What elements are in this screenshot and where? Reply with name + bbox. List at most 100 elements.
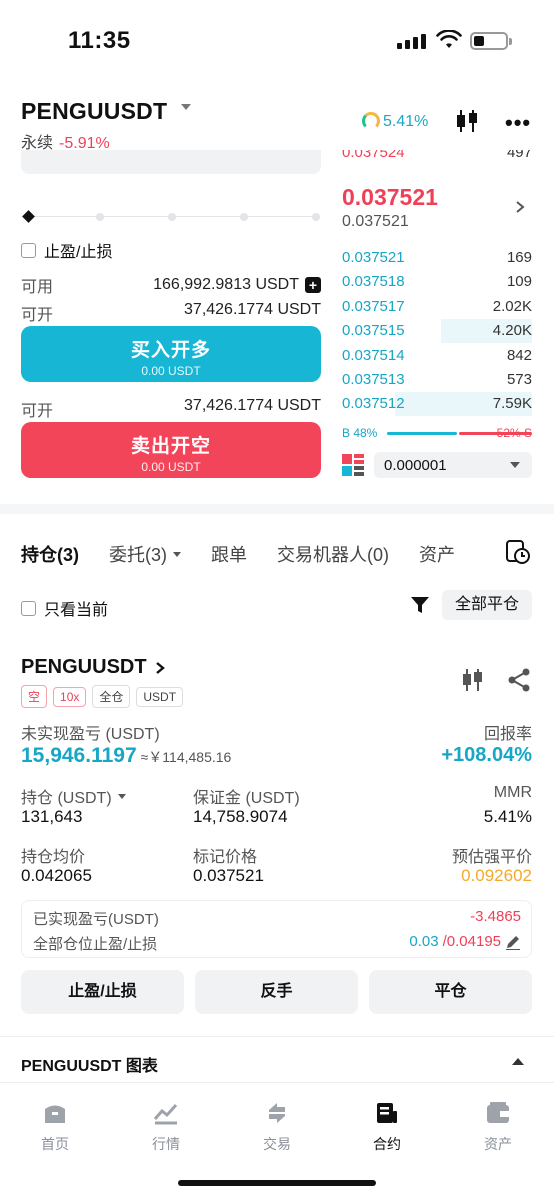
bid-price: 0.037513 [342,371,405,388]
upnl-value: 15,946.1197 [21,744,137,767]
tpsl-checkbox-row[interactable]: 止盈/止损 [21,238,112,262]
only-current-label: 只看当前 [44,602,109,619]
sell-short-button[interactable]: 卖出开空 0.00 USDT [21,422,321,478]
chart-section-title[interactable]: PENGUUSDT 图表 [21,1052,158,1076]
orderbook-bid-row[interactable]: 0.037514 842 [342,344,532,368]
symbol-title[interactable]: PENGUUSDT [21,98,167,125]
side-tag: 空 [21,685,48,708]
last-price[interactable]: 0.037521 [342,184,438,211]
margin-mode-tag[interactable]: 全仓 [92,685,131,708]
status-time: 11:35 [68,27,131,54]
buy-long-sub: 0.00 USDT [141,364,201,378]
chevron-right-icon[interactable] [514,200,526,214]
history-icon[interactable] [504,538,536,568]
open-long-label: 可开 [21,307,54,324]
symbol-dropdown-icon[interactable] [181,104,191,110]
tab-assets[interactable]: 资产 [419,541,455,567]
orderbook-bid-row[interactable]: 0.037513 573 [342,368,532,392]
buy-ratio-bar [387,432,457,435]
tab-orders[interactable]: 委托(3) [109,541,181,567]
mark-label: 标记价格 [193,849,258,866]
bid-price: 0.037514 [342,346,405,364]
orderbook-bid-row[interactable]: 0.037518 109 [342,270,532,294]
candlestick-chart-icon[interactable] [455,108,479,134]
home-icon [45,1105,65,1123]
gauge-value[interactable]: 5.41% [383,113,428,131]
tpsl-checkbox[interactable] [21,242,36,258]
liq-value: 0.092602 [461,866,532,885]
orderbook-bid-row[interactable]: 0.037515 4.20K [342,319,532,344]
only-current-row[interactable]: 只看当前 [21,596,108,620]
buy-long-button[interactable]: 买入开多 0.00 USDT [21,326,321,382]
precision-select[interactable]: 0.000001 [374,452,532,478]
edit-icon[interactable] [505,934,521,950]
entry-label: 持仓均价 [21,849,86,866]
realized-box: 已实现盈亏(USDT) -3.4865 全部仓位止盈/止损 0.03/0.041… [21,900,532,958]
bid-qty: 4.20K [492,322,532,340]
filter-icon[interactable] [410,595,430,615]
leverage-slider[interactable] [22,210,320,223]
mmr-value: 5.41% [483,807,532,826]
orderbook-bid-row[interactable]: 0.037521 169 [342,246,532,270]
available-label: 可用 [21,279,54,296]
close-position-button[interactable]: 平仓 [369,970,532,1014]
nav-home[interactable]: 首页 [15,1101,95,1154]
candlestick-chart-icon[interactable] [462,668,484,692]
realized-label: 已实现盈亏(USDT) [33,911,159,928]
chevron-down-icon [510,462,520,468]
more-menu-icon[interactable]: ••• [505,110,531,136]
position-symbol[interactable]: PENGUUSDT [21,656,165,679]
chevron-up-icon[interactable] [512,1058,524,1065]
close-all-button[interactable]: 全部平仓 [442,590,532,620]
order-input-field[interactable] [21,150,321,174]
buy-ratio: B 48% [342,426,378,440]
tab-trading-bots[interactable]: 交易机器人(0) [277,541,389,567]
nav-markets[interactable]: 行情 [126,1101,206,1154]
bid-price: 0.037512 [342,395,405,413]
battery-icon [470,32,512,50]
home-indicator [178,1180,376,1186]
size-label: 持仓 (USDT) [21,790,112,807]
reverse-button[interactable]: 反手 [195,970,358,1014]
buy-sell-ratio: B 48% 52% S [342,426,532,442]
depth-layout-icon[interactable] [342,454,364,476]
tab-copy-trading[interactable]: 跟单 [211,541,247,567]
share-icon[interactable] [507,668,531,692]
only-current-checkbox[interactable] [21,600,36,616]
slider-handle[interactable] [22,210,35,223]
gauge-icon[interactable] [362,112,380,130]
nav-trade[interactable]: 交易 [237,1101,317,1154]
nav-home-label: 首页 [41,1136,69,1152]
open-long-value: 37,426.1774 USDT [184,301,321,318]
status-bar: 11:35 [0,0,554,80]
bid-price: 0.037521 [342,249,405,266]
orderbook-ask-row-cut: 0.037524 497 [342,150,532,164]
chevron-right-icon [155,661,165,674]
nav-markets-label: 行情 [152,1136,180,1152]
tpsl-values[interactable]: 0.03/0.04195 [409,933,521,950]
orderbook-bid-row[interactable]: 0.037512 7.59K [342,392,532,417]
orderbook-bid-row[interactable]: 0.037517 2.02K [342,295,532,319]
bid-qty: 7.59K [492,395,532,413]
available-row: 可用 166,992.9813 USDT + [21,273,321,297]
available-value: 166,992.9813 USDT [153,276,299,293]
tpsl-label: 止盈/止损 [44,244,113,261]
ask-price: 0.037524 [342,150,405,161]
tpsl-all-label: 全部仓位止盈/止损 [33,936,158,953]
tab-positions[interactable]: 持仓(3) [21,541,79,567]
size-label-row[interactable]: 持仓 (USDT) [21,784,126,808]
nav-assets[interactable]: 资产 [458,1101,538,1154]
entry-value: 0.042065 [21,866,92,885]
nav-futures-label: 合约 [373,1136,401,1152]
nav-futures[interactable]: 合约 [347,1101,427,1154]
tp-value: 0.03 [409,933,439,950]
bid-qty: 842 [506,346,532,364]
transfer-plus-icon[interactable]: + [305,277,321,293]
bid-qty: 573 [506,371,532,388]
wifi-icon [436,30,462,48]
upnl-block: 15,946.1197 ≈￥114,485.16 [21,744,231,768]
upnl-cny: ≈￥114,485.16 [140,749,232,765]
bid-qty: 2.02K [492,297,532,315]
tpsl-button[interactable]: 止盈/止损 [21,970,184,1014]
leverage-tag[interactable]: 10x [53,687,87,707]
